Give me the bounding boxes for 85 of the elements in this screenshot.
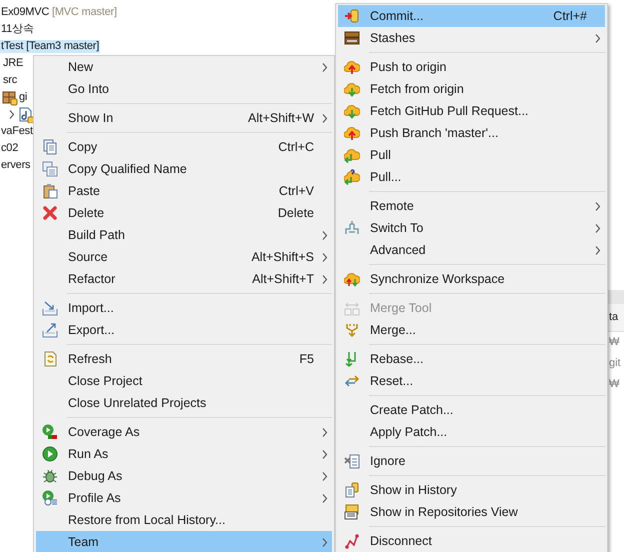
column-header: ta (607, 304, 624, 332)
tree-item[interactable]: 11상속 (0, 23, 35, 36)
tree-item[interactable]: Ex09MVC [MVC master] (0, 6, 118, 19)
cloud-download-icon (344, 147, 360, 163)
menu-item[interactable]: Coverage As (36, 421, 332, 443)
file-icon (19, 106, 35, 122)
library-icon (2, 90, 18, 106)
menu-item[interactable]: New (36, 56, 332, 78)
menu-item[interactable]: Push to origin (338, 56, 605, 78)
path-text: git (608, 356, 622, 372)
chest-icon (344, 30, 360, 46)
reset-icon (344, 373, 360, 389)
tree-item[interactable]: vaFest (0, 125, 34, 138)
path-text: ₩ (608, 377, 620, 392)
tree-item[interactable]: JRE (2, 57, 24, 70)
menu-item[interactable]: Show In Alt+Shift+W (36, 107, 332, 129)
tree-item[interactable]: tTest [Team3 master] (0, 40, 100, 53)
refresh-icon (42, 351, 58, 367)
delete-icon (42, 205, 58, 221)
menu-item[interactable]: Create Patch... (338, 399, 605, 421)
disconnect-icon (344, 533, 360, 549)
menu-item[interactable]: Remote (338, 195, 605, 217)
menu-item[interactable]: Merge... (338, 319, 605, 341)
menu-item[interactable]: Stashes (338, 27, 605, 49)
bug-icon (42, 468, 58, 484)
cloud-download-icon (344, 169, 360, 185)
cloud-download-icon (344, 103, 360, 119)
cloud-upload-icon (344, 125, 360, 141)
menu-item[interactable]: Delete Delete (36, 202, 332, 224)
menu-item[interactable]: Pull... (338, 166, 605, 188)
menu-item[interactable]: Pull (338, 144, 605, 166)
menu-item[interactable]: Close Unrelated Projects (36, 392, 332, 414)
menu-item[interactable]: Fetch GitHub Pull Request... (338, 100, 605, 122)
menu-item[interactable]: Ignore (338, 450, 605, 472)
export-icon (42, 322, 58, 338)
menu-item[interactable]: Source Alt+Shift+S (36, 246, 332, 268)
menu-item[interactable]: Disconnect (338, 530, 605, 552)
menu-item[interactable]: Refactor Alt+Shift+T (36, 268, 332, 290)
tree-item[interactable]: gi (18, 91, 28, 104)
run-icon (42, 424, 58, 440)
branch-icon (344, 220, 360, 236)
merge-tool-icon (344, 300, 360, 316)
menu-item[interactable]: Commit... Ctrl+# (338, 5, 605, 27)
path-text: ₩ (608, 335, 620, 350)
import-icon (42, 300, 58, 316)
tree-item[interactable]: c02 (0, 142, 20, 155)
tree-item[interactable]: src (2, 74, 18, 87)
menu-item[interactable]: Copy Qualified Name (36, 158, 332, 180)
menu-item[interactable]: Import... (36, 297, 332, 319)
menu-item[interactable]: Rebase... (338, 348, 605, 370)
menu-item[interactable]: Synchronize Workspace (338, 268, 605, 290)
menu-item[interactable]: Copy Ctrl+C (36, 136, 332, 158)
menu-item[interactable]: Team (36, 531, 332, 552)
merge-icon (344, 322, 360, 338)
ignore-icon (344, 453, 360, 469)
menu-item[interactable]: Show in Repositories View (338, 501, 605, 523)
cloud-download-icon (344, 81, 360, 97)
menu-item[interactable]: Push Branch 'master'... (338, 122, 605, 144)
menu-item[interactable]: Apply Patch... (338, 421, 605, 443)
run-icon (42, 490, 58, 506)
repository-icon (344, 504, 360, 520)
history-icon (344, 482, 360, 498)
clipboard-icon (42, 183, 58, 199)
menu-item[interactable]: Switch To (338, 217, 605, 239)
cloud-sync-icon (344, 271, 360, 287)
run-icon (42, 446, 58, 462)
menu-item[interactable]: Reset... (338, 370, 605, 392)
menu-item[interactable]: Build Path (36, 224, 332, 246)
cloud-upload-icon (344, 59, 360, 75)
menu-item[interactable]: Fetch from origin (338, 78, 605, 100)
menu-item[interactable]: Debug As (36, 465, 332, 487)
menu-item[interactable]: Profile As (36, 487, 332, 509)
menu-item[interactable]: Show in History (338, 479, 605, 501)
menu-item[interactable]: Export... (36, 319, 332, 341)
menu-item[interactable]: Refresh F5 (36, 348, 332, 370)
menu-item[interactable]: Close Project (36, 370, 332, 392)
pages-icon (42, 161, 58, 177)
menu-item[interactable]: Paste Ctrl+V (36, 180, 332, 202)
database-icon (344, 8, 360, 24)
menu-item[interactable]: Advanced (338, 239, 605, 261)
tree-item[interactable]: ervers (0, 159, 32, 172)
menu-item[interactable]: Run As (36, 443, 332, 465)
pages-icon (42, 139, 58, 155)
menu-item[interactable]: Restore from Local History... (36, 509, 332, 531)
menu-item[interactable]: Go Into (36, 78, 332, 100)
